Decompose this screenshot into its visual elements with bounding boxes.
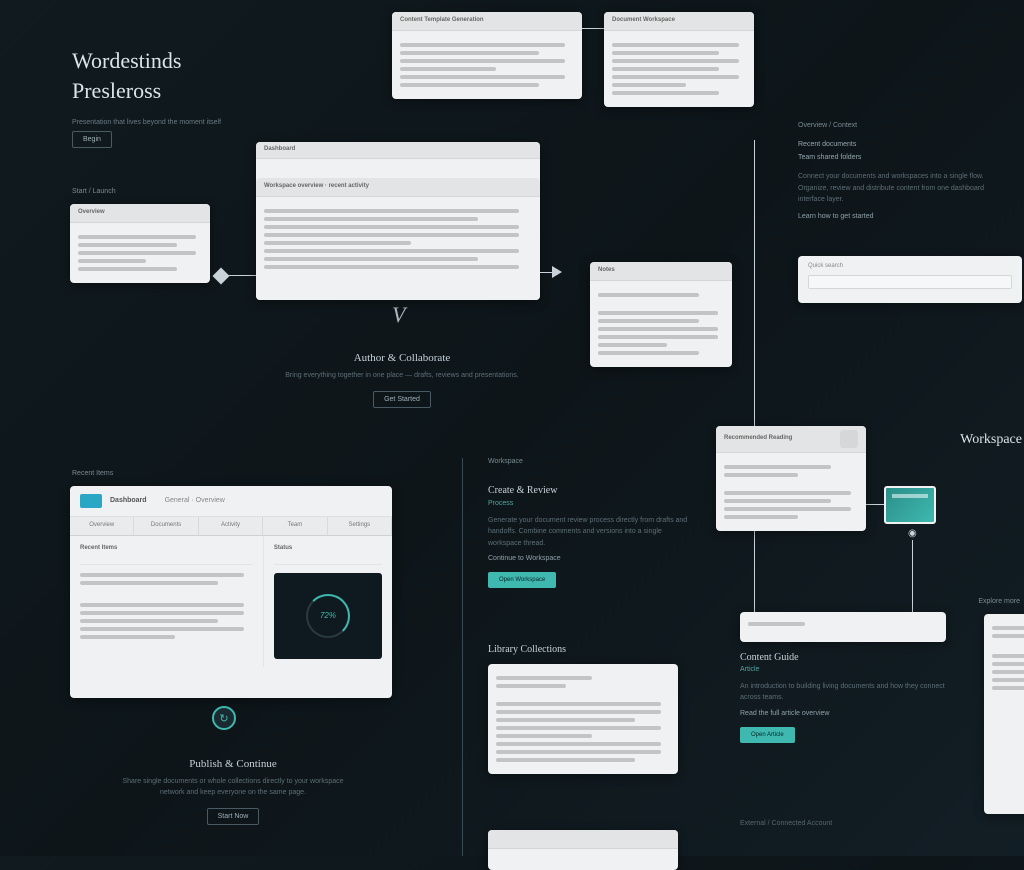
- brand-title-line2: Presleross: [72, 78, 181, 104]
- card-header: Overview: [70, 204, 210, 223]
- card-header: Recommended Reading: [724, 434, 792, 444]
- feature-a-paragraph: Generate your document review process di…: [488, 515, 688, 549]
- card-header: Content Template Generation: [392, 12, 582, 31]
- right-arrow-icon: [552, 266, 562, 278]
- app-logo-icon: [80, 494, 102, 508]
- dash-col-a-title: Recent Items: [80, 544, 253, 554]
- sidenote-line2: Team shared folders: [798, 152, 1010, 163]
- flow-start-label: Start / Launch: [72, 188, 116, 195]
- cta-bottom-button[interactable]: Start Now: [207, 808, 260, 825]
- card-bottom-cropped[interactable]: [488, 830, 678, 870]
- feature-c-title: Content Guide: [740, 652, 960, 663]
- card-overview-small[interactable]: Overview: [70, 204, 210, 283]
- card-library[interactable]: [488, 664, 678, 774]
- progress-ring-icon: 72%: [306, 594, 350, 638]
- card-content-template[interactable]: Content Template Generation: [392, 12, 582, 99]
- cta-mid-button[interactable]: Get Started: [373, 391, 431, 408]
- diamond-connector-icon: [213, 268, 230, 285]
- feature-a-label: Workspace: [488, 458, 688, 465]
- begin-button[interactable]: Begin: [72, 131, 112, 148]
- feature-c-paragraph: An introduction to building living docum…: [740, 681, 960, 703]
- feature-c-link[interactable]: Read the full article overview: [740, 708, 960, 719]
- card-search[interactable]: Quick search: [798, 256, 1022, 303]
- sidenote-paragraph: Connect your documents and workspaces in…: [798, 171, 1010, 205]
- card-notes[interactable]: Notes: [590, 262, 732, 367]
- cta-mid-title: Author & Collaborate: [282, 352, 522, 364]
- card-right-cropped[interactable]: [984, 614, 1024, 814]
- card-header: Document Workspace: [604, 12, 754, 31]
- feature-b-title: Library Collections: [488, 644, 566, 655]
- cta-mid-sub: Bring everything together in one place —…: [282, 370, 522, 381]
- card-dashboard-inner: Workspace overview · recent activity: [256, 178, 540, 300]
- cta-bottom-title: Publish & Continue: [118, 758, 348, 770]
- sidenote-link[interactable]: Learn how to get started: [798, 211, 1010, 222]
- feature-c-button[interactable]: Open Article: [740, 727, 795, 743]
- tab-team[interactable]: Team: [263, 517, 327, 535]
- tab-overview[interactable]: Overview: [70, 517, 134, 535]
- search-input[interactable]: [808, 275, 1012, 289]
- refresh-icon[interactable]: ↻: [212, 706, 236, 730]
- right-edge-label: Explore more: [978, 598, 1020, 605]
- right-edge-heading: Workspace: [960, 432, 1022, 448]
- card-document-workspace[interactable]: Document Workspace: [604, 12, 754, 107]
- card-header: [488, 830, 678, 849]
- tab-activity[interactable]: Activity: [199, 517, 263, 535]
- dashboard-tabs: Overview Documents Activity Team Setting…: [70, 517, 392, 536]
- feature-a-title: Create & Review: [488, 485, 688, 496]
- card-tab: Dashboard: [256, 142, 540, 159]
- tab-settings[interactable]: Settings: [328, 517, 392, 535]
- cta-bottom-sub: Share single documents or whole collecti…: [118, 776, 348, 798]
- dashboard-label: Recent Items: [72, 470, 113, 477]
- node-icon: ◉: [908, 528, 917, 539]
- card-header: Workspace overview · recent activity: [256, 178, 540, 197]
- brand-title-line1: Wordestinds: [72, 48, 181, 74]
- dashboard-panel[interactable]: Dashboard General · Overview Overview Do…: [70, 486, 392, 698]
- down-arrow-icon: V: [392, 302, 405, 328]
- feature-a-link[interactable]: Continue to Workspace: [488, 553, 688, 564]
- feature-a-tag: Process: [488, 498, 688, 509]
- search-label: Quick search: [808, 262, 843, 272]
- feature-a-button[interactable]: Open Workspace: [488, 572, 556, 588]
- card-recommended[interactable]: Recommended Reading: [716, 426, 866, 531]
- feature-c-tag: Article: [740, 664, 960, 675]
- tab-documents[interactable]: Documents: [134, 517, 198, 535]
- card-header: Notes: [590, 262, 732, 281]
- avatar-icon: [840, 430, 858, 448]
- dash-col-b-title: Status: [274, 544, 382, 554]
- sidenote-line1: Recent documents: [798, 139, 1010, 150]
- sidenote-label: Overview / Context: [798, 122, 1010, 129]
- dashboard-brand: Dashboard: [110, 495, 147, 506]
- bottom-right-label: External / Connected Account: [740, 820, 832, 827]
- preview-thumbnail[interactable]: [884, 486, 936, 524]
- card-bar[interactable]: [740, 612, 946, 642]
- dashboard-nav: General · Overview: [165, 495, 225, 506]
- intro-subtext: Presentation that lives beyond the momen…: [72, 118, 232, 129]
